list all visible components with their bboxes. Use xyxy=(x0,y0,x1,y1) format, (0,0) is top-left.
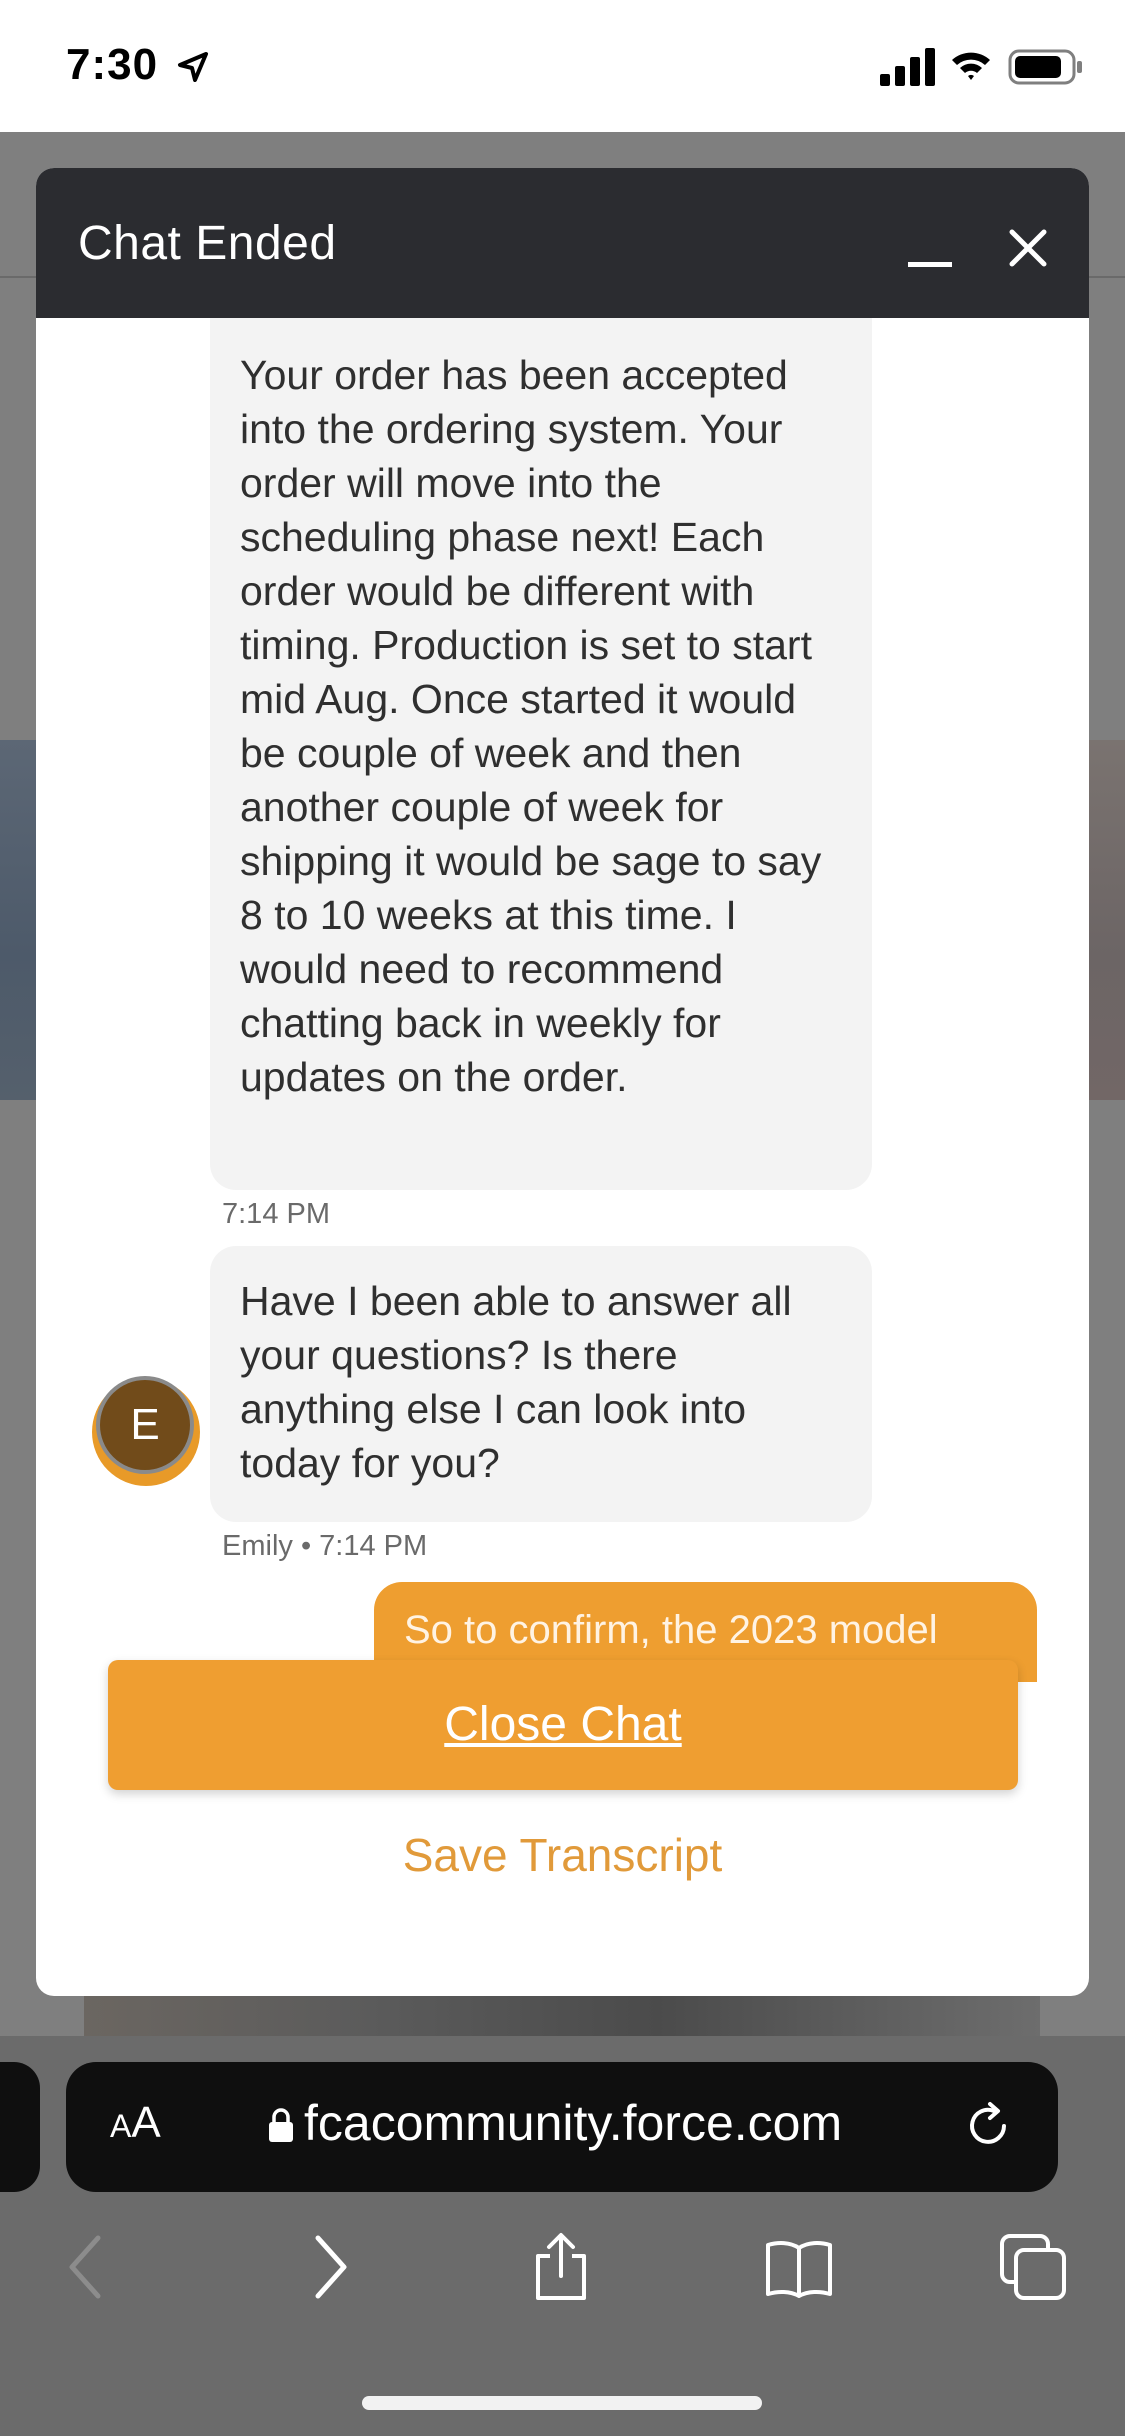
battery-icon xyxy=(1008,49,1082,85)
previous-tab-peek[interactable] xyxy=(0,2062,40,2192)
minimize-button[interactable] xyxy=(900,226,960,286)
message-timestamp: 7:14 PM xyxy=(222,1198,330,1230)
status-time: 7:30 xyxy=(66,40,159,89)
avatar: E xyxy=(92,1376,200,1486)
chat-transcript[interactable]: Your order has been accepted into the or… xyxy=(36,318,1089,1828)
save-transcript-link[interactable]: Save Transcript xyxy=(36,1828,1089,1882)
background-image-right xyxy=(1088,740,1125,1100)
home-indicator[interactable] xyxy=(362,2396,762,2410)
wifi-icon xyxy=(952,52,990,80)
close-chat-button[interactable]: Close Chat xyxy=(108,1660,1018,1790)
bookmarks-icon[interactable] xyxy=(764,2232,834,2302)
reload-icon[interactable] xyxy=(960,2098,1016,2154)
cellular-signal-icon xyxy=(880,48,935,86)
url-text: fcacommunity.force.com xyxy=(304,2095,843,2151)
close-icon[interactable] xyxy=(998,218,1058,278)
status-bar: 7:30 xyxy=(0,0,1125,132)
minimize-icon xyxy=(908,262,952,267)
share-icon[interactable] xyxy=(526,2232,596,2302)
back-icon[interactable] xyxy=(52,2232,122,2302)
location-arrow-icon xyxy=(178,52,208,82)
text-size-big-a: A xyxy=(131,2098,161,2147)
text-size-button[interactable]: AA xyxy=(110,2098,161,2148)
tabs-icon[interactable] xyxy=(998,2232,1068,2302)
lock-icon xyxy=(269,2108,293,2142)
agent-message: Your order has been accepted into the or… xyxy=(210,318,872,1190)
chat-title: Chat Ended xyxy=(78,217,337,270)
text-size-small-a: A xyxy=(110,2108,132,2144)
chat-modal: Chat Ended Your order has been accepted … xyxy=(36,168,1089,1996)
forward-icon[interactable] xyxy=(294,2232,364,2302)
avatar-initial: E xyxy=(96,1376,194,1474)
background-image-left xyxy=(0,740,38,1100)
address-bar[interactable]: AA fcacommunity.force.com xyxy=(66,2062,1058,2192)
chat-header: Chat Ended xyxy=(36,168,1089,318)
agent-message: Have I been able to answer all your ques… xyxy=(210,1246,872,1522)
message-meta: Emily • 7:14 PM xyxy=(222,1530,428,1562)
